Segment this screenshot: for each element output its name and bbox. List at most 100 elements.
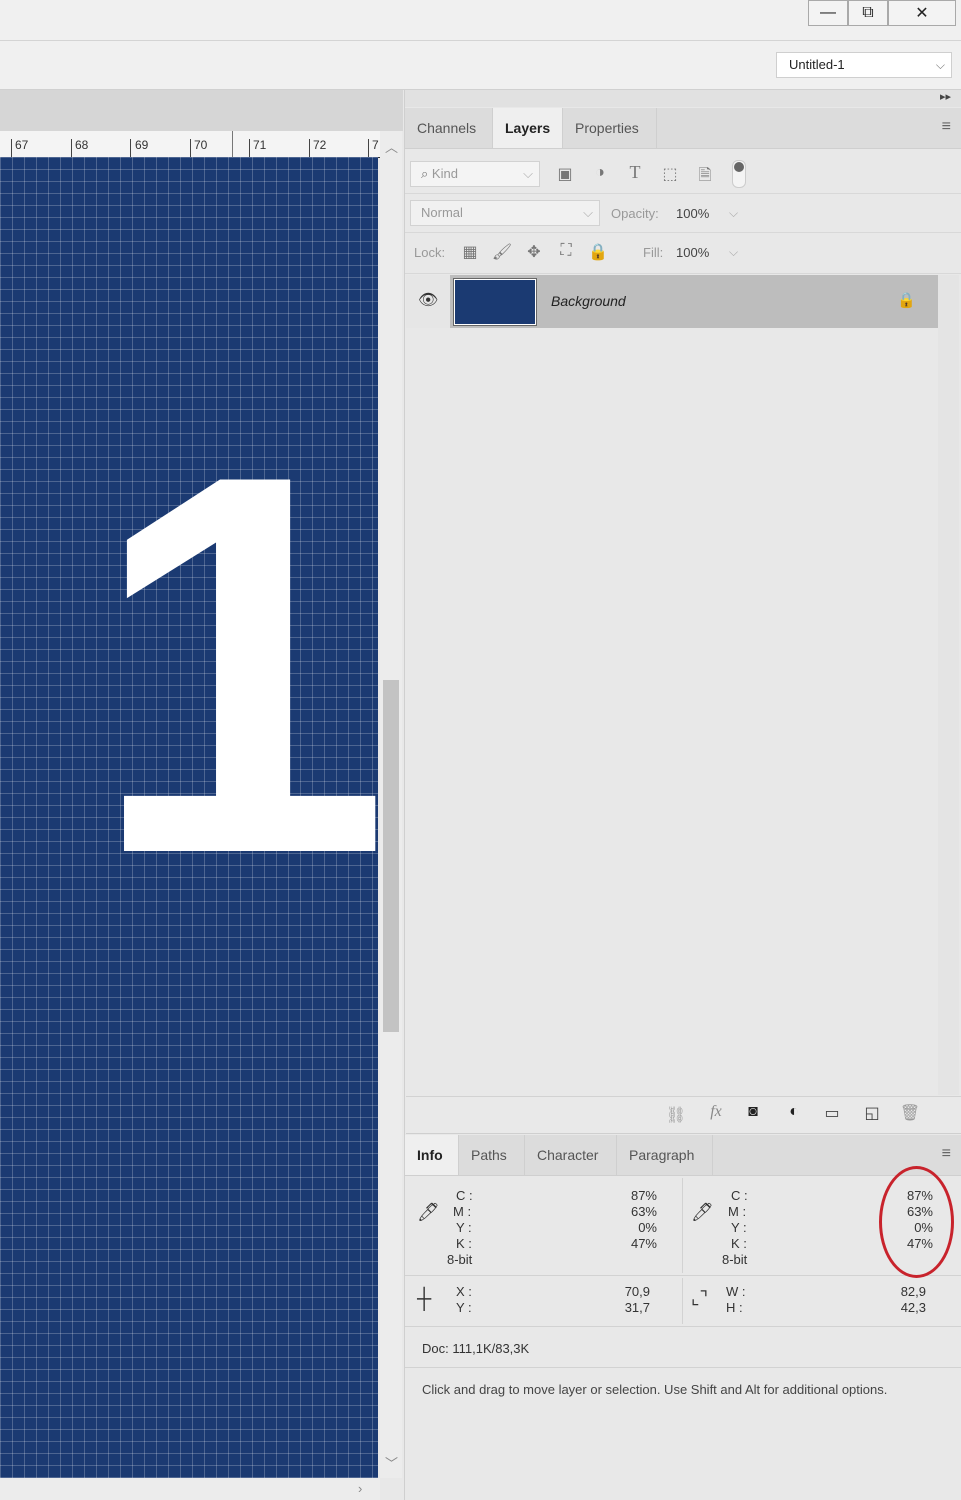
tool-hint-text: Click and drag to move layer or selectio…: [422, 1382, 888, 1397]
adjustment-filter-icon[interactable]: ◑: [589, 164, 611, 182]
document-select-value: Untitled-1: [789, 57, 845, 72]
lock-position-move-icon[interactable]: ✥: [523, 242, 545, 262]
tab-properties[interactable]: Properties: [563, 108, 657, 148]
vertical-scroll-thumb[interactable]: [383, 680, 399, 1032]
pixel-filter-icon[interactable]: ▣: [554, 164, 576, 184]
tab-channels[interactable]: Channels: [405, 108, 493, 148]
info-value: 87%: [630, 1188, 657, 1203]
blend-mode-value: Normal: [421, 205, 463, 220]
info-color-section: 🖊 C : M : Y : K : 8-bit 87% 63% 0% 47% 🖊…: [405, 1176, 961, 1276]
filter-kind-select[interactable]: ⌕ Kind ⌵: [410, 161, 540, 187]
info-value: 0%: [638, 1220, 657, 1235]
tab-info[interactable]: Info: [405, 1135, 459, 1175]
lock-all-icon[interactable]: 🔒: [587, 242, 609, 262]
eye-icon[interactable]: 👁: [418, 290, 438, 310]
fill-label: Fill:: [643, 245, 664, 260]
tab-paragraph[interactable]: Paragraph: [617, 1135, 713, 1175]
x-label: X :: [456, 1284, 472, 1299]
scroll-up-icon[interactable]: ︿: [385, 137, 398, 156]
minimize-button[interactable]: —: [808, 0, 848, 26]
chevron-down-icon: ⌵: [583, 205, 593, 220]
doc-size-text: Doc: 111,1K/83,3K: [422, 1341, 530, 1356]
ruler-tick: [249, 139, 250, 157]
ruler-tick: [309, 139, 310, 157]
ruler-tick: [190, 139, 191, 157]
filter-toggle-knob: [734, 162, 744, 172]
folder-icon[interactable]: ▭: [820, 1103, 844, 1123]
selection-size-icon: ⌞⌝: [691, 1288, 708, 1308]
filter-toggle[interactable]: [732, 160, 746, 188]
w-value: 82,9: [900, 1284, 926, 1299]
panel-collapse-bar[interactable]: ▸▸: [405, 90, 961, 107]
info-label: M :: [728, 1204, 747, 1219]
layer-thumbnail: [453, 278, 537, 326]
close-icon: ✕: [915, 5, 929, 22]
restore-button[interactable]: ⧉: [848, 0, 888, 26]
lock-pixels-brush-icon[interactable]: 🖌: [491, 242, 513, 262]
info-label: C :: [456, 1188, 473, 1203]
ruler-label: 67: [15, 138, 29, 152]
close-button[interactable]: ✕: [888, 0, 956, 26]
layer-lock-icon[interactable]: 🔒: [897, 291, 916, 309]
info-label: Y :: [456, 1220, 472, 1235]
y-value: 31,7: [624, 1300, 650, 1315]
trash-icon[interactable]: 🗑: [898, 1103, 922, 1123]
highlight-circle: [879, 1166, 954, 1278]
fill-value[interactable]: 100%: [676, 245, 709, 260]
lock-artboard-icon[interactable]: ⛶: [555, 242, 577, 260]
panel-menu-icon[interactable]: ≡: [942, 1145, 951, 1163]
fx-icon[interactable]: fx: [704, 1103, 728, 1121]
y-label: Y :: [456, 1300, 472, 1315]
opacity-chevron-icon[interactable]: ⌵: [729, 206, 738, 221]
divider: [682, 1278, 683, 1324]
panel-menu-icon[interactable]: ≡: [942, 118, 951, 136]
filter-kind-label: Kind: [431, 166, 458, 181]
bitdepth-label: 8-bit: [722, 1252, 748, 1267]
new-layer-icon[interactable]: ◱: [860, 1103, 884, 1123]
layers-scrollbar[interactable]: [938, 275, 959, 1095]
adjustment-icon[interactable]: ◐: [782, 1103, 806, 1121]
info-position-section: ┼ X : Y : 70,9 31,7 ⌞⌝ W : H : 82,9 42,3: [405, 1276, 961, 1327]
tab-character[interactable]: Character: [525, 1135, 617, 1175]
ruler-label: 71: [253, 138, 267, 152]
info-label: C :: [731, 1188, 748, 1203]
ruler-label: 70: [194, 138, 208, 152]
crosshair-icon: ┼: [417, 1288, 432, 1310]
chevron-down-icon: ⌵: [935, 58, 945, 72]
ruler-label: 68: [75, 138, 89, 152]
info-doc-section: Doc: 111,1K/83,3K: [405, 1327, 961, 1368]
eyedropper-icon: 🖊: [691, 1202, 714, 1222]
scroll-down-icon[interactable]: ﹀: [385, 1453, 398, 1472]
mask-icon[interactable]: ◙: [741, 1103, 765, 1121]
document-tab-strip: [0, 90, 403, 131]
link-icon[interactable]: ⛓: [664, 1105, 688, 1125]
horizontal-scrollbar[interactable]: ›: [0, 1478, 380, 1500]
collapse-panels-icon[interactable]: ▸▸: [940, 90, 951, 103]
blend-mode-select[interactable]: Normal ⌵: [410, 200, 600, 226]
horizontal-ruler: 67 68 69 70 71 72 7: [0, 131, 380, 158]
chevron-down-icon: ⌵: [523, 166, 533, 181]
ruler-label: 7: [372, 138, 379, 152]
info-label: K :: [731, 1236, 747, 1251]
ruler-tick: [11, 139, 12, 157]
scroll-right-icon[interactable]: ›: [358, 1481, 362, 1496]
smart-object-filter-icon[interactable]: 🗎: [694, 164, 716, 191]
layers-footer: ⛓ fx ◙ ◐ ▭ ◱ 🗑: [406, 1096, 961, 1134]
document-select[interactable]: Untitled-1 ⌵: [776, 52, 952, 78]
lock-label: Lock:: [414, 245, 446, 260]
shape-filter-icon[interactable]: ⬚: [659, 164, 681, 184]
info-label: Y :: [731, 1220, 747, 1235]
search-icon: ⌕: [421, 166, 432, 181]
fill-chevron-icon[interactable]: ⌵: [729, 245, 738, 260]
lock-transparent-icon[interactable]: ▦: [459, 242, 481, 262]
opacity-value[interactable]: 100%: [676, 206, 709, 221]
tab-layers[interactable]: Layers: [493, 108, 563, 148]
info-label: K :: [456, 1236, 472, 1251]
type-filter-icon[interactable]: T: [624, 162, 646, 183]
ruler-label: 72: [313, 138, 327, 152]
layer-name[interactable]: Background: [551, 293, 626, 309]
opacity-label: Opacity:: [611, 206, 659, 221]
tab-paths[interactable]: Paths: [459, 1135, 525, 1175]
document-canvas[interactable]: 1: [0, 157, 378, 1478]
minimize-icon: —: [820, 4, 836, 21]
